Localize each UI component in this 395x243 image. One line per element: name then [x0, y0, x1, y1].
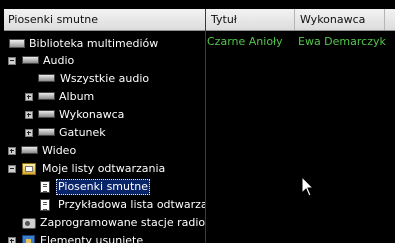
tree-body: Biblioteka multimediów Audio Wszystkie a…: [4, 31, 205, 243]
album-icon: [38, 92, 55, 100]
video-icon: [21, 146, 38, 154]
playlist-icon: [40, 181, 50, 193]
audio-icon: [22, 56, 39, 64]
list-header: Tytuł Wykonawca: [206, 9, 395, 31]
tree-header[interactable]: Piosenki smutne: [4, 9, 205, 31]
column-title[interactable]: Tytuł: [206, 9, 295, 30]
playlist-content-pane[interactable]: Tytuł Wykonawca Czarne Anioły Ewa Demarc…: [206, 9, 395, 243]
radio-icon: [22, 218, 36, 229]
media-library-window: Piosenki smutne Biblioteka multimediów A…: [0, 0, 395, 243]
expand-icon[interactable]: [8, 237, 16, 243]
recycle-bin-icon: [22, 235, 35, 243]
library-tree-pane[interactable]: Piosenki smutne Biblioteka multimediów A…: [4, 9, 206, 243]
column-artist[interactable]: Wykonawca: [295, 9, 385, 30]
cell-title: Czarne Anioły: [207, 35, 283, 48]
playlists-folder-icon: [22, 163, 36, 175]
expand-icon[interactable]: [25, 129, 33, 137]
library-icon: [9, 39, 25, 48]
artist-icon: [38, 110, 55, 118]
mouse-cursor-icon: [301, 176, 315, 197]
expand-icon[interactable]: [8, 147, 16, 155]
genre-icon: [38, 128, 55, 136]
playlist-icon: [40, 199, 50, 211]
audio-icon: [38, 74, 55, 82]
cell-artist: Ewa Demarczyk: [298, 35, 386, 48]
expand-icon[interactable]: [25, 93, 33, 101]
collapse-icon[interactable]: [8, 57, 16, 65]
collapse-icon[interactable]: [8, 165, 16, 173]
selected-label: Piosenki smutne: [56, 179, 151, 195]
expand-icon[interactable]: [25, 111, 33, 119]
